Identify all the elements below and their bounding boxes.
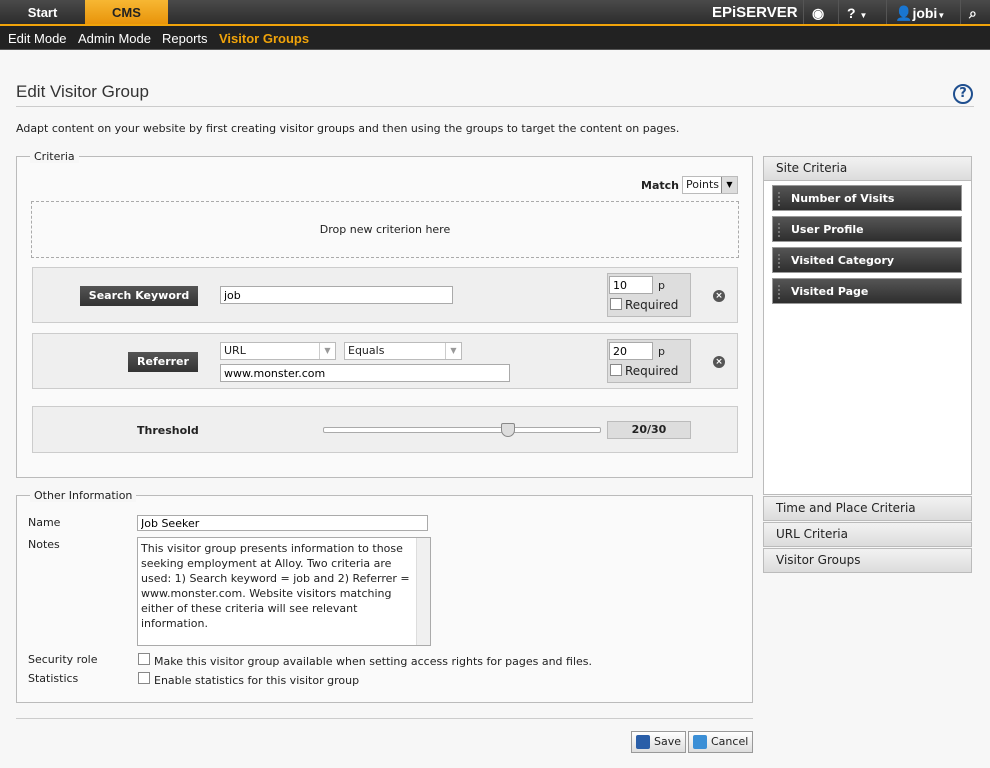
intro-text: Adapt content on your website by first c… bbox=[16, 122, 680, 135]
points-unit: p bbox=[658, 279, 665, 292]
nav-edit-mode[interactable]: Edit Mode bbox=[8, 26, 67, 52]
save-icon bbox=[636, 735, 650, 749]
chevron-down-icon: ▼ bbox=[859, 11, 868, 20]
match-select[interactable]: Points ▼ bbox=[682, 176, 738, 194]
required-checkbox[interactable] bbox=[610, 364, 622, 376]
search-keyword-label[interactable]: Search Keyword bbox=[80, 286, 198, 306]
referrer-label[interactable]: Referrer bbox=[128, 352, 198, 372]
criterion-user-profile[interactable]: User Profile bbox=[772, 216, 962, 242]
nav-visitor-groups[interactable]: Visitor Groups bbox=[219, 26, 309, 52]
user-name: jobi bbox=[912, 5, 938, 21]
statistics-checkbox[interactable] bbox=[138, 672, 150, 684]
site-criteria-header[interactable]: Site Criteria bbox=[763, 156, 972, 181]
criterion-visited-category[interactable]: Visited Category bbox=[772, 247, 962, 273]
required-label: Required bbox=[625, 364, 679, 378]
top-bar: Start CMS EPiSERVER ◉ ? ▼ 👤jobi▼ ⌕ bbox=[0, 0, 990, 26]
tab-cms[interactable]: CMS bbox=[85, 0, 168, 24]
nav-admin-mode[interactable]: Admin Mode bbox=[78, 26, 151, 52]
chevron-down-icon: ▼ bbox=[721, 177, 737, 193]
save-button[interactable]: Save bbox=[631, 731, 687, 753]
help-menu[interactable]: ? ▼ bbox=[838, 0, 875, 24]
points-input[interactable] bbox=[609, 276, 653, 294]
referrer-operator-select[interactable]: Equals ▼ bbox=[344, 342, 462, 360]
threshold-value: 20/30 bbox=[607, 421, 691, 439]
other-info-legend: Other Information bbox=[30, 489, 137, 502]
name-input[interactable] bbox=[137, 515, 428, 531]
sub-nav: Edit Mode Admin Mode Reports Visitor Gro… bbox=[0, 26, 990, 50]
user-icon: 👤 bbox=[895, 5, 913, 21]
notes-textarea[interactable]: This visitor group presents information … bbox=[137, 537, 431, 646]
scrollbar[interactable] bbox=[416, 538, 430, 645]
threshold-label: Threshold bbox=[137, 424, 199, 437]
save-label: Save bbox=[654, 735, 682, 748]
points-unit: p bbox=[658, 345, 665, 358]
chevron-down-icon: ▼ bbox=[937, 11, 946, 20]
name-label: Name bbox=[28, 516, 61, 529]
item-label: User Profile bbox=[791, 223, 864, 236]
search-keyword-input[interactable] bbox=[220, 286, 453, 304]
slider-thumb[interactable] bbox=[501, 423, 515, 437]
page-title: Edit Visitor Group bbox=[16, 82, 149, 101]
help-icon: ? bbox=[847, 5, 856, 21]
cancel-label: Cancel bbox=[711, 735, 749, 748]
match-value: Points bbox=[686, 178, 720, 191]
notes-text: This visitor group presents information … bbox=[141, 542, 410, 630]
referrer-operator-value: Equals bbox=[348, 344, 385, 357]
referrer-type-select[interactable]: URL ▼ bbox=[220, 342, 336, 360]
help-icon[interactable]: ? bbox=[953, 84, 973, 104]
item-label: Visited Page bbox=[791, 285, 869, 298]
nav-reports[interactable]: Reports bbox=[162, 26, 208, 52]
visitor-groups-header[interactable]: Visitor Groups bbox=[763, 548, 972, 573]
referrer-type-value: URL bbox=[224, 344, 246, 357]
drop-hint: Drop new criterion here bbox=[319, 223, 451, 236]
cancel-icon bbox=[693, 735, 707, 749]
points-input[interactable] bbox=[609, 342, 653, 360]
notes-label: Notes bbox=[28, 538, 60, 551]
criterion-number-of-visits[interactable]: Number of Visits bbox=[772, 185, 962, 211]
search-icon[interactable]: ⌕ bbox=[960, 0, 985, 24]
statistics-label: Statistics bbox=[28, 672, 79, 685]
criteria-legend: Criteria bbox=[30, 150, 79, 163]
user-menu[interactable]: 👤jobi▼ bbox=[886, 0, 953, 24]
tab-start[interactable]: Start bbox=[0, 0, 85, 24]
required-label: Required bbox=[625, 298, 679, 312]
security-role-text: Make this visitor group available when s… bbox=[154, 655, 593, 668]
security-role-label: Security role bbox=[28, 653, 98, 666]
security-role-checkbox[interactable] bbox=[138, 653, 150, 665]
chevron-down-icon: ▼ bbox=[319, 343, 335, 359]
item-label: Number of Visits bbox=[791, 192, 895, 205]
time-place-criteria-header[interactable]: Time and Place Criteria bbox=[763, 496, 972, 521]
remove-icon[interactable]: × bbox=[713, 356, 725, 368]
url-criteria-header[interactable]: URL Criteria bbox=[763, 522, 972, 547]
criterion-visited-page[interactable]: Visited Page bbox=[772, 278, 962, 304]
threshold-slider[interactable] bbox=[323, 423, 601, 437]
item-label: Visited Category bbox=[791, 254, 895, 267]
referrer-url-input[interactable] bbox=[220, 364, 510, 382]
statistics-text: Enable statistics for this visitor group bbox=[154, 674, 360, 687]
episerver-logo: EPiSERVER bbox=[712, 4, 798, 21]
cancel-button[interactable]: Cancel bbox=[688, 731, 754, 753]
eye-icon[interactable]: ◉ bbox=[803, 0, 832, 24]
chevron-down-icon: ▼ bbox=[445, 343, 461, 359]
required-checkbox[interactable] bbox=[610, 298, 622, 310]
match-label: Match bbox=[641, 179, 679, 192]
drop-zone[interactable]: Drop new criterion here bbox=[31, 201, 739, 258]
remove-icon[interactable]: × bbox=[713, 290, 725, 302]
